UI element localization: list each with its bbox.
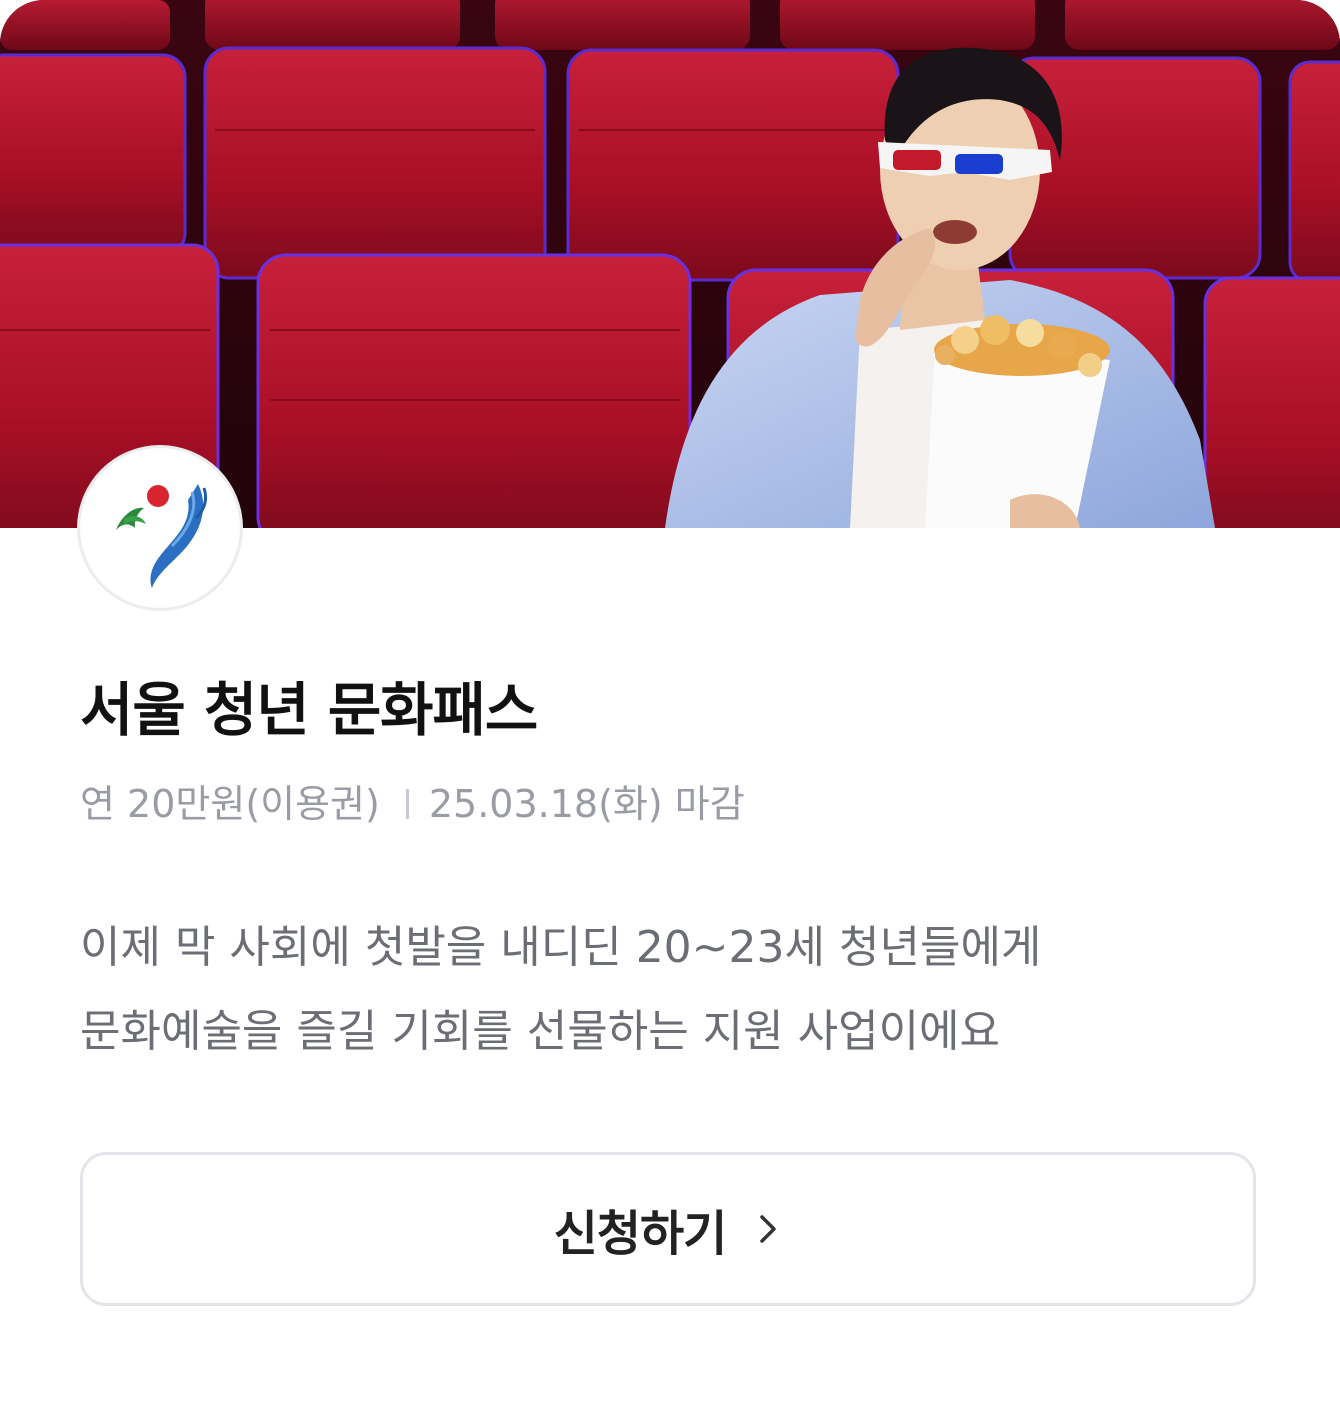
chevron-right-icon <box>760 1215 777 1243</box>
seoul-logo <box>80 448 240 608</box>
description-line: 이제 막 사회에 첫발을 내디딘 20~23세 청년들에게 <box>80 922 1042 973</box>
program-description: 이제 막 사회에 첫발을 내디딘 20~23세 청년들에게 문화예술을 즐길 기… <box>80 906 1260 1074</box>
program-meta: 연 20만원(이용권) 25.03.18(화) 마감 <box>80 776 745 832</box>
meta-divider <box>405 789 409 819</box>
apply-button-label: 신청하기 <box>553 1206 728 1262</box>
program-card: 서울 청년 문화패스 연 20만원(이용권) 25.03.18(화) 마감 이제… <box>0 0 1340 1408</box>
seoul-symbol-icon <box>116 484 208 588</box>
program-title: 서울 청년 문화패스 <box>80 676 538 744</box>
description-line: 문화예술을 즐길 기회를 선물하는 지원 사업이에요 <box>80 1006 1001 1057</box>
deadline: 25.03.18(화) 마감 <box>428 782 745 826</box>
apply-button[interactable]: 신청하기 <box>80 1152 1256 1306</box>
benefit-amount: 연 20만원(이용권) <box>80 782 380 826</box>
